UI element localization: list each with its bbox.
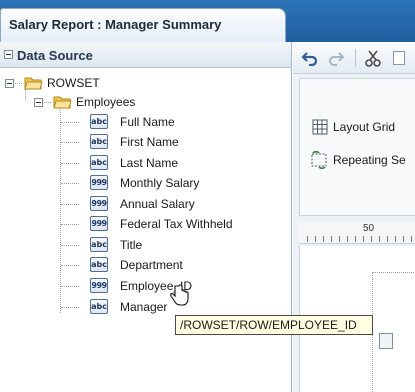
tree-connector xyxy=(61,163,79,164)
layout-grid-icon xyxy=(312,119,328,135)
tree-connector xyxy=(61,183,79,184)
data-source-title: Data Source xyxy=(17,48,93,63)
text-field-icon: abc xyxy=(90,237,108,252)
text-field-icon: abc xyxy=(90,299,108,314)
field-path-tooltip: /ROWSET/ROW/EMPLOYEE_ID xyxy=(175,315,373,335)
redo-icon[interactable] xyxy=(327,50,345,66)
tree-connector xyxy=(61,245,79,246)
layout-grid-button[interactable]: Layout Grid xyxy=(333,120,395,134)
hand-cursor-icon xyxy=(170,284,189,306)
tree-connector xyxy=(61,265,79,266)
undo-icon[interactable] xyxy=(301,50,319,66)
text-field-icon: abc xyxy=(90,257,108,272)
number-field-icon: 999 xyxy=(90,196,108,211)
tree-connector xyxy=(25,89,26,101)
field-last-name[interactable]: Last Name xyxy=(120,156,178,170)
tree-connector xyxy=(61,204,79,205)
tree-connector xyxy=(60,108,61,313)
field-full-name[interactable]: Full Name xyxy=(120,115,175,129)
ruler-ticks xyxy=(307,236,415,242)
tree-connector xyxy=(61,122,79,123)
field-title[interactable]: Title xyxy=(120,238,142,252)
repeating-section-icon xyxy=(311,151,327,169)
number-field-icon: 999 xyxy=(90,216,108,231)
tab-bar: Salary Report : Manager Summary xyxy=(0,0,415,42)
layout-editor-panel: Layout Grid Repeating Se 50 xyxy=(293,42,415,392)
data-source-header[interactable]: Data Source xyxy=(0,42,291,68)
tree-node-employees[interactable]: Employees xyxy=(76,95,135,109)
text-field-icon: abc xyxy=(90,155,108,170)
tab-salary-report[interactable]: Salary Report : Manager Summary xyxy=(0,8,286,42)
text-field-icon: abc xyxy=(90,134,108,149)
field-annual-salary[interactable]: Annual Salary xyxy=(120,197,195,211)
field-department[interactable]: Department xyxy=(120,258,183,272)
field-monthly-salary[interactable]: Monthly Salary xyxy=(120,176,199,190)
collapse-employees-icon[interactable] xyxy=(34,98,43,107)
toolbar-divider xyxy=(355,49,356,67)
editor-toolbar xyxy=(293,42,415,74)
tree-connector xyxy=(61,286,79,287)
repeating-section-button[interactable]: Repeating Se xyxy=(333,153,406,167)
tree-connector xyxy=(61,224,79,225)
horizontal-ruler: 50 xyxy=(299,222,415,244)
copy-icon[interactable] xyxy=(393,51,405,65)
collapse-rowset-icon[interactable] xyxy=(5,79,14,88)
field-federal-tax-withheld[interactable]: Federal Tax Withheld xyxy=(120,217,233,231)
folder-icon xyxy=(53,96,72,109)
ruler-mark: 50 xyxy=(363,223,375,234)
tree-connector xyxy=(61,307,79,308)
folder-icon xyxy=(24,77,43,90)
data-source-panel: Data Source ROWSET Employees abc Full Na… xyxy=(0,42,292,392)
text-field-icon: abc xyxy=(90,114,108,129)
number-field-icon: 999 xyxy=(90,175,108,190)
drop-region[interactable] xyxy=(372,272,415,392)
number-field-icon: 999 xyxy=(90,278,108,293)
insert-ribbon: Layout Grid Repeating Se xyxy=(299,78,415,216)
tree-connector xyxy=(61,142,79,143)
tab-label: Salary Report : Manager Summary xyxy=(9,17,222,32)
field-manager[interactable]: Manager xyxy=(120,300,167,314)
cut-icon[interactable] xyxy=(365,49,381,67)
tree-node-rowset[interactable]: ROWSET xyxy=(47,76,100,90)
collapse-panel-icon[interactable] xyxy=(4,50,13,59)
field-first-name[interactable]: First Name xyxy=(120,135,179,149)
drop-placeholder-icon xyxy=(379,333,393,349)
